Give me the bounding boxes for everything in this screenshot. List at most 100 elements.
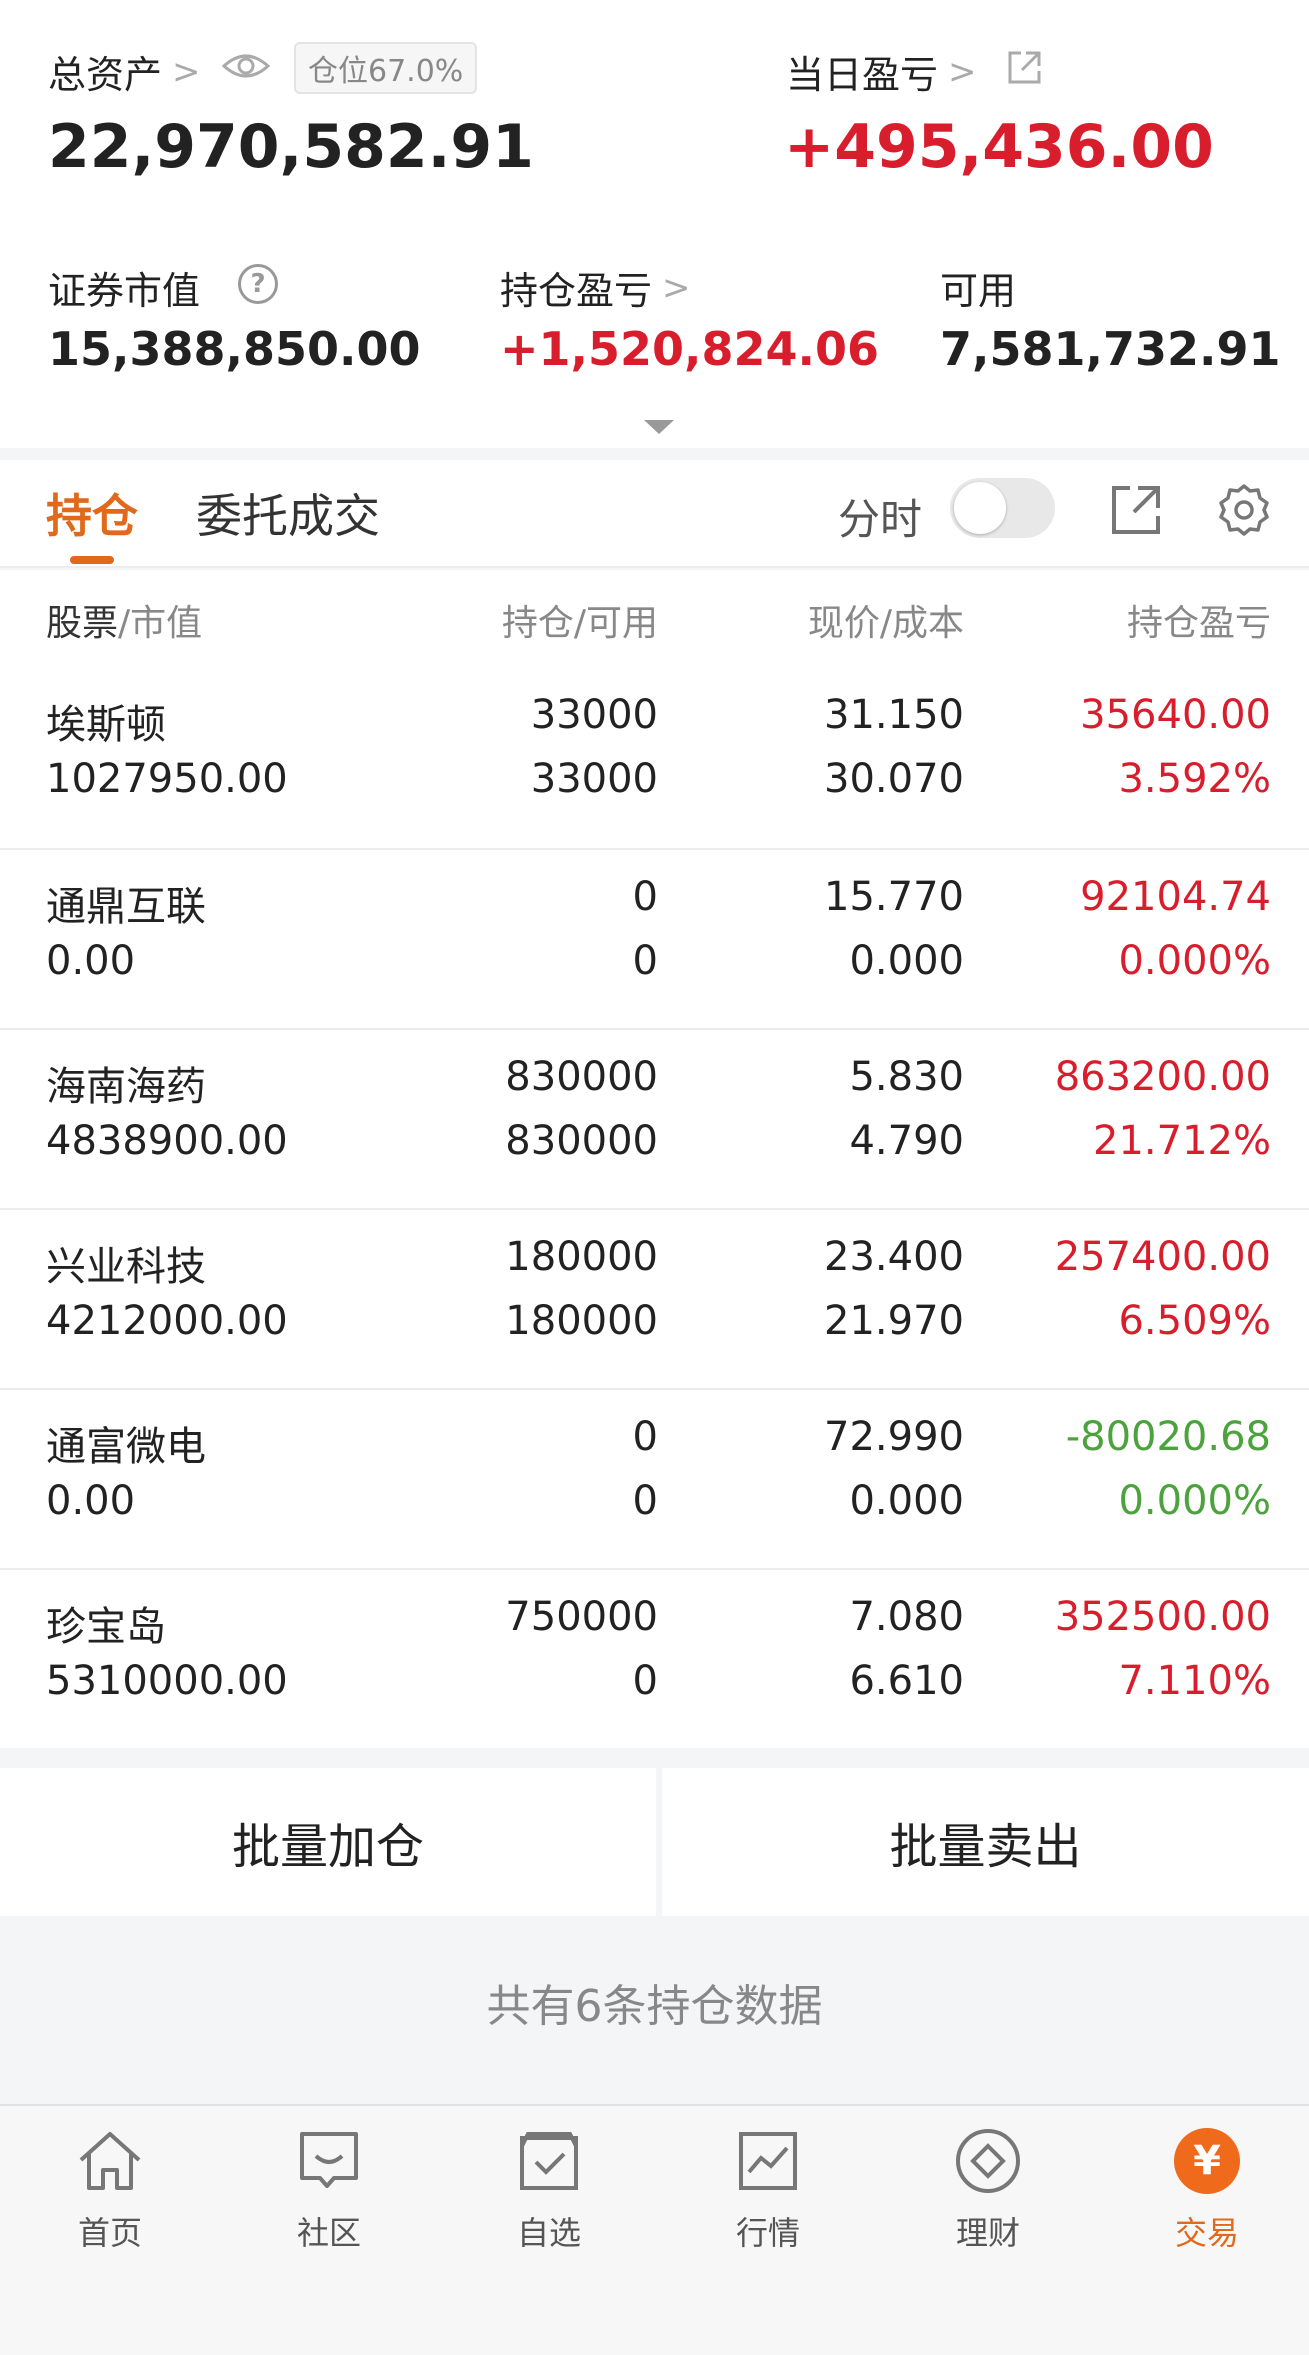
expand-arrow-icon[interactable] xyxy=(644,420,674,434)
settings-gear-icon[interactable] xyxy=(1216,482,1272,538)
stock-name: 通鼎互联 xyxy=(46,884,206,930)
header-holding-pnl: 持仓盈亏 xyxy=(1126,603,1271,644)
nav-market-label: 行情 xyxy=(735,2214,800,2252)
table-header: 股票/市值 持仓/可用 现价/成本 持仓盈亏 xyxy=(0,570,1309,668)
nav-community[interactable]: 社区 xyxy=(249,2126,409,2254)
holding-pnl: 92104.74 xyxy=(1080,874,1271,920)
available-qty: 0 xyxy=(632,1658,658,1704)
position-ratio-badge: 仓位67.0% xyxy=(294,42,478,94)
nav-trade-label: 交易 xyxy=(1174,2214,1239,2252)
holding-pnl-percent: 3.592% xyxy=(1118,756,1271,802)
holdings-rows: 埃斯顿 1027950.00 33000 33000 31.150 30.070 35640… xyxy=(0,668,1309,1748)
table-row[interactable]: 通鼎互联 0.00 0 0 15.770 0.000 92104.74 0.000% xyxy=(0,848,1309,1028)
tab-orders[interactable]: 委托成交 xyxy=(196,480,380,546)
account-summary: 总资产 > 仓位67.0% 22,970,582.91 当日盈亏 > +495,… xyxy=(0,0,1309,448)
holding-pnl-percent: 21.712% xyxy=(1093,1118,1271,1164)
chevron-right-icon: > xyxy=(172,51,201,92)
nav-community-label: 社区 xyxy=(296,2214,361,2252)
holdings-table: 股票/市值 持仓/可用 现价/成本 持仓盈亏 埃斯顿 1027950.00 3300… xyxy=(0,570,1309,1748)
market-value: 15,388,850.00 xyxy=(48,322,421,376)
holding-pnl: 257400.00 xyxy=(1054,1234,1271,1280)
total-assets-link[interactable]: 总资产 > xyxy=(48,44,201,99)
daily-pnl-value: +495,436.00 xyxy=(784,112,1214,182)
table-row[interactable]: 珍宝岛 5310000.00 750000 0 7.080 6.610 352500.00 7… xyxy=(0,1568,1309,1748)
table-row[interactable]: 埃斯顿 1027950.00 33000 33000 31.150 30.070 35640… xyxy=(0,668,1309,848)
position-qty: 750000 xyxy=(505,1594,658,1640)
available-qty: 180000 xyxy=(505,1298,658,1344)
cost-price: 4.790 xyxy=(849,1118,964,1164)
cost-price: 0.000 xyxy=(849,938,964,984)
table-row[interactable]: 兴业科技 4212000.00 180000 180000 23.400 21.970 25… xyxy=(0,1208,1309,1388)
current-price: 23.400 xyxy=(824,1234,964,1280)
stock-name: 海南海药 xyxy=(46,1064,206,1110)
nav-wealth[interactable]: 理财 xyxy=(908,2126,1068,2254)
batch-add-button[interactable]: 批量加仓 xyxy=(0,1768,656,1916)
holding-pnl: 352500.00 xyxy=(1054,1594,1271,1640)
holding-pnl-percent: 0.000% xyxy=(1118,938,1271,984)
batch-sell-button[interactable]: 批量卖出 xyxy=(662,1768,1309,1916)
market-value-label: 证券市值 xyxy=(48,269,201,313)
chevron-right-icon: > xyxy=(948,51,977,92)
current-price: 7.080 xyxy=(849,1594,964,1640)
available-qty: 33000 xyxy=(530,756,658,802)
current-price: 72.990 xyxy=(824,1414,964,1460)
holding-pnl-value: +1,520,824.06 xyxy=(500,322,880,376)
toggle-knob xyxy=(954,482,1006,534)
available-qty: 0 xyxy=(632,938,658,984)
holding-pnl-link[interactable]: 持仓盈亏 > xyxy=(500,260,691,315)
available-qty: 0 xyxy=(632,1478,658,1524)
share-icon[interactable] xyxy=(1108,482,1164,538)
stock-name: 通富微电 xyxy=(46,1424,206,1470)
holding-pnl-percent: 7.110% xyxy=(1118,1658,1271,1704)
header-price-cost: 现价/成本 xyxy=(807,603,964,644)
table-row[interactable]: 海南海药 4838900.00 830000 830000 5.830 4.790 8632… xyxy=(0,1028,1309,1208)
current-price: 5.830 xyxy=(849,1054,964,1100)
nav-watchlist[interactable]: 自选 xyxy=(469,2126,629,2254)
stock-name: 珍宝岛 xyxy=(46,1604,166,1650)
home-icon xyxy=(79,2132,141,2190)
nav-market[interactable]: 行情 xyxy=(688,2126,848,2254)
nav-home[interactable]: 首页 xyxy=(30,2126,190,2254)
table-row[interactable]: 通富微电 0.00 0 0 72.990 0.000 -80020.68 0.000% xyxy=(0,1388,1309,1568)
share-icon[interactable] xyxy=(1004,48,1044,88)
batch-actions: 批量加仓 批量卖出 xyxy=(0,1768,1309,1916)
nav-wealth-label: 理财 xyxy=(955,2214,1020,2252)
stock-market-value: 4838900.00 xyxy=(46,1118,288,1164)
nav-trade[interactable]: ¥ 交易 xyxy=(1127,2126,1287,2254)
position-qty: 33000 xyxy=(530,692,658,738)
cost-price: 21.970 xyxy=(824,1298,964,1344)
chat-bubble-icon xyxy=(300,2132,358,2188)
daily-pnl-label: 当日盈亏 xyxy=(786,53,939,97)
available-value: 7,581,732.91 xyxy=(940,322,1281,376)
stock-name: 埃斯顿 xyxy=(46,702,166,748)
position-qty: 830000 xyxy=(505,1054,658,1100)
current-price: 31.150 xyxy=(824,692,964,738)
holdings-count-text: 共有6条持仓数据 xyxy=(486,1981,823,2032)
holding-pnl: 863200.00 xyxy=(1054,1054,1271,1100)
position-qty: 180000 xyxy=(505,1234,658,1280)
intraday-toggle[interactable] xyxy=(950,478,1055,538)
holding-pnl-label: 持仓盈亏 xyxy=(500,269,653,313)
daily-pnl-link[interactable]: 当日盈亏 > xyxy=(786,44,977,99)
intraday-label: 分时 xyxy=(838,495,923,544)
stock-market-value: 4212000.00 xyxy=(46,1298,288,1344)
stock-market-value: 0.00 xyxy=(46,1478,136,1524)
eye-icon[interactable] xyxy=(221,46,271,86)
yuan-coin-icon: ¥ xyxy=(1174,2128,1240,2194)
tab-holdings[interactable]: 持仓 xyxy=(46,480,138,546)
checkbox-icon xyxy=(520,2132,578,2190)
stock-market-value: 5310000.00 xyxy=(46,1658,288,1704)
stock-market-value: 0.00 xyxy=(46,938,136,984)
position-qty: 0 xyxy=(632,1414,658,1460)
position-qty: 0 xyxy=(632,874,658,920)
header-position-available: 持仓/可用 xyxy=(501,603,658,644)
holding-pnl: -80020.68 xyxy=(1065,1414,1271,1460)
cost-price: 30.070 xyxy=(824,756,964,802)
holding-pnl: 35640.00 xyxy=(1080,692,1271,738)
help-icon[interactable]: ? xyxy=(238,264,278,304)
active-tab-indicator xyxy=(70,556,114,564)
total-assets-label: 总资产 xyxy=(48,53,163,97)
cost-price: 6.610 xyxy=(849,1658,964,1704)
holding-pnl-percent: 0.000% xyxy=(1118,1478,1271,1524)
available-label: 可用 xyxy=(940,269,1017,313)
